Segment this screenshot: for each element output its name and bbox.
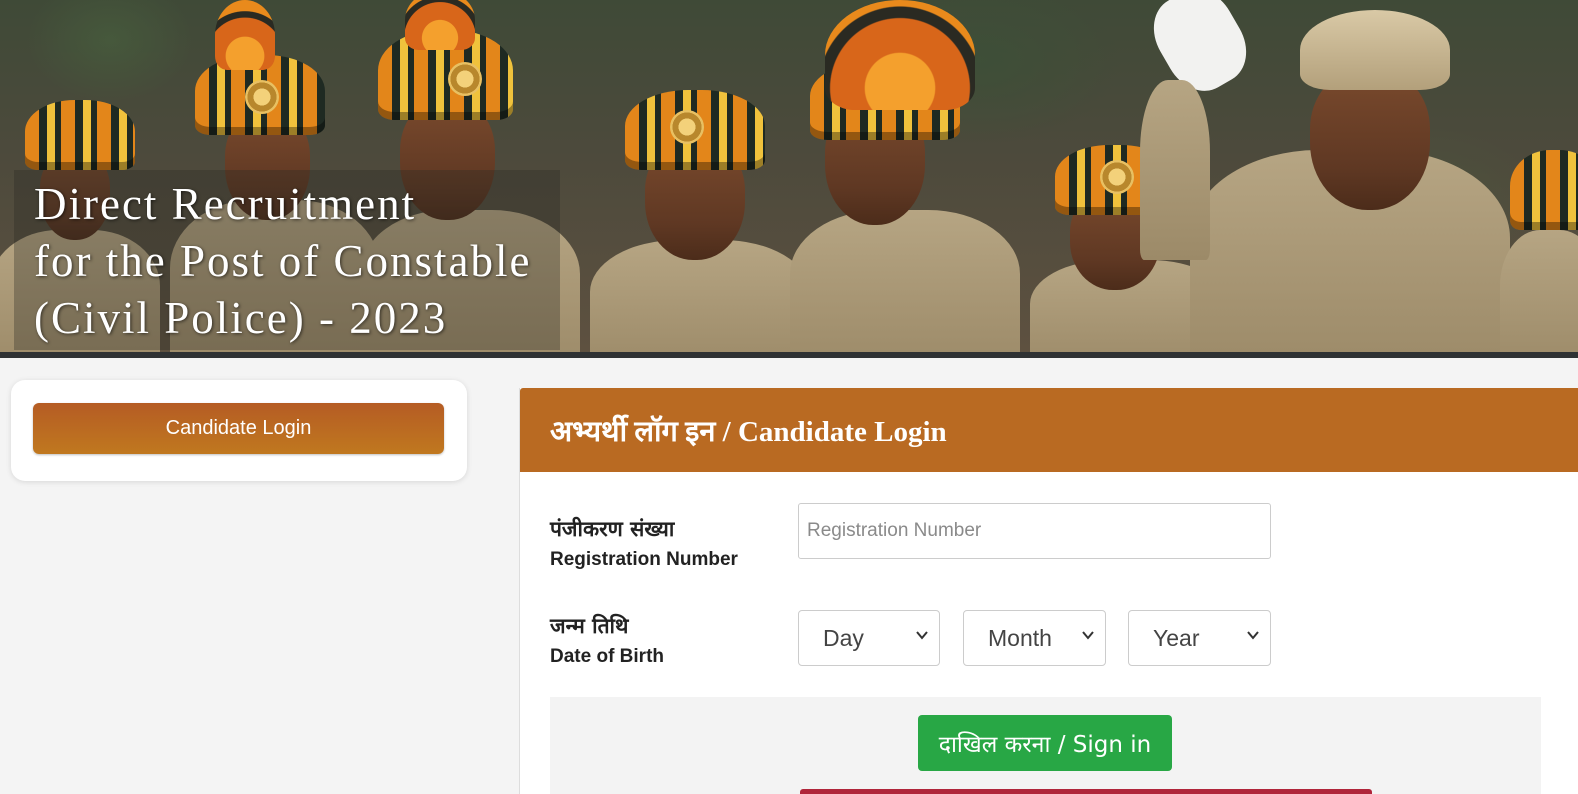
registration-label-english: Registration Number — [550, 549, 738, 570]
registration-label-hindi: पंजीकरण संख्या — [550, 517, 675, 541]
chevron-down-icon — [916, 631, 928, 640]
dob-label-hindi: जन्म तिथि — [550, 614, 629, 638]
banner-title-line: Direct Recruitment — [34, 179, 417, 229]
chevron-down-icon — [1247, 631, 1259, 640]
banner-title: Direct Recruitment for the Post of Const… — [34, 176, 594, 347]
login-panel-heading: अभ्यर्थी लॉग इन / Candidate Login — [520, 388, 1578, 472]
dob-month-select[interactable]: Month — [963, 610, 1106, 666]
candidate-login-button[interactable]: Candidate Login — [33, 403, 444, 454]
sidebar-card: Candidate Login — [11, 380, 467, 481]
dob-day-value: Day — [823, 624, 864, 651]
banner-title-line: (Civil Police) - 2023 — [34, 293, 448, 343]
chevron-down-icon — [1082, 631, 1094, 640]
registration-label: पंजीकरण संख्या Registration Number — [550, 515, 738, 571]
dob-label-english: Date of Birth — [550, 646, 664, 667]
dob-year-value: Year — [1153, 624, 1200, 651]
registration-number-input[interactable] — [798, 503, 1271, 559]
dob-label: जन्म तिथि Date of Birth — [550, 612, 664, 668]
dob-year-select[interactable]: Year — [1128, 610, 1271, 666]
sign-in-button[interactable]: दाखिल करना / Sign in — [918, 715, 1172, 771]
alert-bar-edge — [800, 789, 1372, 794]
dob-day-select[interactable]: Day — [798, 610, 940, 666]
login-panel: अभ्यर्थी लॉग इन / Candidate Login पंजीकर… — [519, 388, 1578, 794]
form-action-bar: दाखिल करना / Sign in — [550, 697, 1541, 794]
banner-divider — [0, 352, 1578, 358]
header-banner: Direct Recruitment for the Post of Const… — [0, 0, 1578, 352]
dob-month-value: Month — [988, 624, 1052, 651]
banner-title-line: for the Post of Constable — [34, 236, 532, 286]
